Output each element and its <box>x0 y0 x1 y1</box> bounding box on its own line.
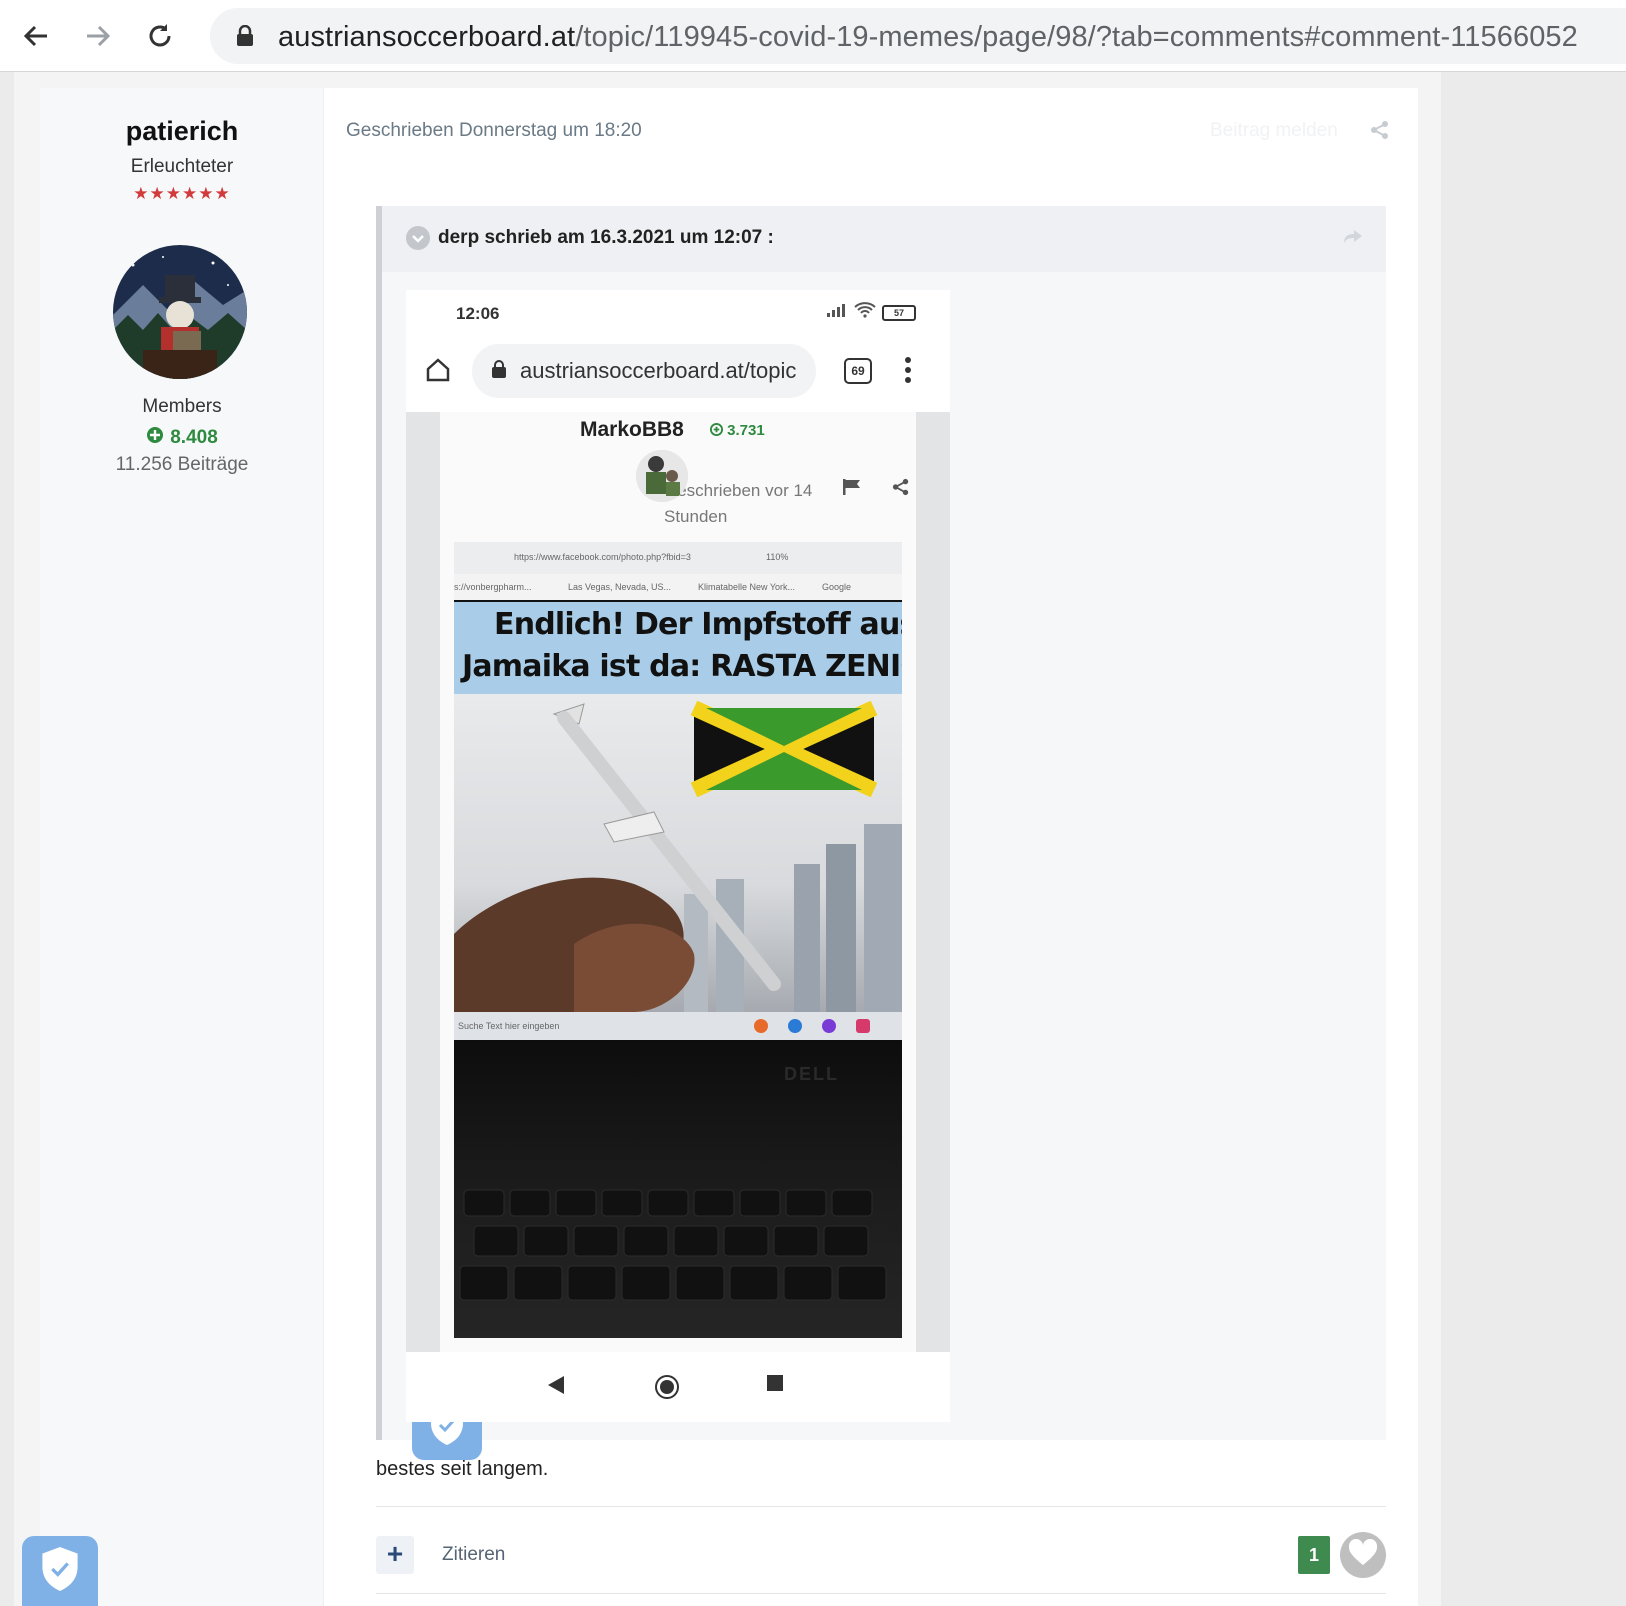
quote-header: derp schrieb am 16.3.2021 um 12:07 : <box>382 206 1386 272</box>
post-timestamp[interactable]: Geschrieben Donnerstag um 18:20 <box>346 120 642 142</box>
meme-photo <box>454 694 902 1012</box>
signal-icon <box>826 302 848 323</box>
author-reputation-value: 8.408 <box>170 427 218 448</box>
divider <box>376 1506 1386 1507</box>
app-icon <box>856 1019 870 1033</box>
phone-tab-count: 69 <box>844 358 872 384</box>
phone-address-bar: austriansoccerboard.at/topic <box>472 344 816 398</box>
reaction-count-badge[interactable]: 1 <box>1298 1536 1330 1574</box>
report-post-link[interactable]: Beitrag melden <box>1210 120 1338 142</box>
author-panel: patierich Erleuchteter ★★★★★★ Members 8. <box>40 88 324 1606</box>
reload-icon[interactable] <box>136 14 184 58</box>
chevron-down-icon[interactable] <box>406 226 430 250</box>
reply-arrow-icon[interactable] <box>1342 228 1364 251</box>
post-body-text: bestes seit langem. <box>376 1458 549 1480</box>
firefox-icon <box>754 1019 768 1033</box>
bookmark-2: Las Vegas, Nevada, US... <box>568 582 672 592</box>
quoted-reputation-value: 3.731 <box>727 422 765 439</box>
quote-citation[interactable]: derp schrieb am 16.3.2021 um 12:07 : <box>438 227 774 249</box>
quoted-username: MarkoBB8 <box>580 418 684 441</box>
quote-block: derp schrieb am 16.3.2021 um 12:07 : 12:… <box>376 206 1386 1460</box>
author-rank-title: Erleuchteter <box>130 156 234 177</box>
privacy-shield-button[interactable] <box>22 1536 98 1606</box>
viber-icon <box>822 1019 836 1033</box>
phone-clock: 12:06 <box>456 304 500 323</box>
plus-circle-icon <box>146 426 164 450</box>
taskbar-search-text: Suche Text hier eingeben <box>458 1021 560 1031</box>
meme-browser-bar: https://www.facebook.com/photo.php?fbid=… <box>454 542 902 574</box>
meme-browser-url: https://www.facebook.com/photo.php?fbid=… <box>514 552 691 562</box>
multiquote-button[interactable]: + <box>376 1536 414 1574</box>
laptop-keyboard: DELL <box>454 1040 902 1338</box>
like-button[interactable] <box>1340 1532 1386 1578</box>
phone-url: austriansoccerboard.at/topic <box>520 358 797 383</box>
home-icon <box>424 356 452 389</box>
shield-check-icon <box>38 1544 82 1599</box>
meme-bookmarks-bar: s://vonbergpharm... Las Vegas, Nevada, U… <box>454 574 902 600</box>
meme-caption: Endlich! Der Impfstoff aus Jamaika ist d… <box>454 602 902 694</box>
battery-icon: 57 <box>882 304 916 321</box>
bookmark-1: s://vonbergpharm... <box>454 582 532 592</box>
author-group: Members <box>142 396 222 417</box>
meme-caption-line1: Endlich! Der Impfstoff aus <box>494 607 902 642</box>
author-name[interactable]: patierich <box>40 116 324 147</box>
phone-lock-icon <box>492 360 506 383</box>
nav-back-icon <box>546 1374 566 1401</box>
url-host: austriansoccerboard.at <box>278 21 576 53</box>
quoted-avatar <box>636 450 688 502</box>
heart-icon <box>1348 1538 1378 1572</box>
browser-toolbar: austriansoccerboard.at/topic/119945-covi… <box>0 0 1626 72</box>
edge-icon <box>788 1019 802 1033</box>
quoted-screenshot-image[interactable]: 12:06 57 austriansoccerboard.at/topic 69 <box>406 290 950 1460</box>
author-reputation: 8.408 <box>40 426 324 450</box>
flag-icon <box>842 478 862 501</box>
back-icon[interactable] <box>12 14 60 58</box>
quoted-reputation: 3.731 <box>710 422 765 439</box>
author-rank-stars: ★★★★★★ <box>133 184 231 203</box>
forward-icon[interactable] <box>74 14 122 58</box>
phone-share-icon <box>892 478 910 501</box>
phone-nav-bar <box>406 1352 950 1422</box>
author-post-count[interactable]: 11.256 Beiträge <box>40 454 324 476</box>
bookmark-3: Klimatabelle New York... <box>698 582 796 592</box>
kebab-menu-icon <box>904 356 912 389</box>
address-bar[interactable]: austriansoccerboard.at/topic/119945-covi… <box>210 8 1626 64</box>
nav-home-icon <box>654 1374 680 1405</box>
quoted-written-ago: Geschrieben vor 14 Stunden <box>664 481 813 526</box>
meme-image: https://www.facebook.com/photo.php?fbid=… <box>454 542 902 1338</box>
phone-page-content: MarkoBB8 3.731 Geschrieben vor 14 Stunde… <box>406 412 950 1460</box>
forum-post: patierich Erleuchteter ★★★★★★ Members 8. <box>40 88 1418 1606</box>
jamaica-flag <box>690 700 878 798</box>
lock-icon <box>236 24 254 52</box>
url-path: /topic/119945-covid-19-memes/page/98/?ta… <box>575 21 1578 53</box>
meme-taskbar: Suche Text hier eingeben <box>454 1012 902 1040</box>
phone-status-icons: 57 <box>826 302 916 323</box>
avatar[interactable] <box>113 245 247 379</box>
meme-caption-line2: Jamaika ist da: RASTA ZENICA! <box>462 649 902 684</box>
meme-zoom: 110% <box>766 552 789 562</box>
nav-recents-icon <box>766 1374 784 1397</box>
share-icon[interactable] <box>1370 120 1390 145</box>
bookmark-4: Google <box>822 582 852 592</box>
url-text: austriansoccerboard.at/topic/119945-covi… <box>278 21 1578 54</box>
divider <box>376 1593 1386 1594</box>
quote-button[interactable]: Zitieren <box>442 1544 505 1566</box>
wifi-icon <box>854 302 876 323</box>
